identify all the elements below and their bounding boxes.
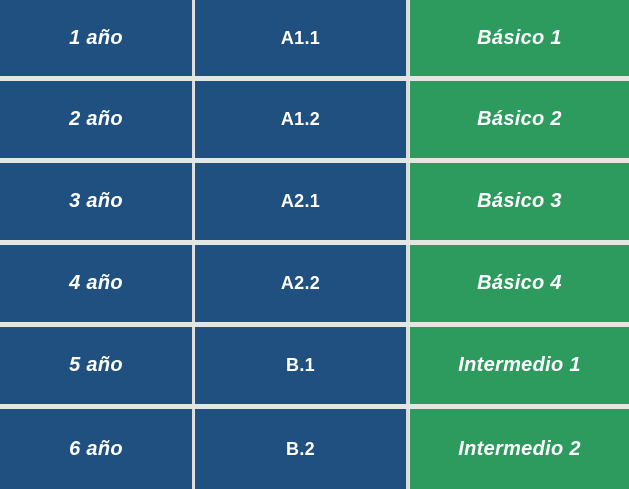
code-cell: B.2: [195, 409, 409, 489]
level-cell: Básico 1: [410, 0, 629, 76]
code-cell: A2.1: [195, 163, 409, 240]
year-cell: 4 año: [0, 245, 194, 322]
code-cell: A1.2: [195, 81, 409, 158]
level-cell: Básico 3: [410, 163, 629, 240]
level-cell: Intermedio 2: [410, 409, 629, 489]
level-cell: Básico 4: [410, 245, 629, 322]
level-cell: Intermedio 1: [410, 327, 629, 404]
code-cell: A2.2: [195, 245, 409, 322]
code-cell: A1.1: [195, 0, 409, 76]
year-cell: 2 año: [0, 81, 194, 158]
year-cell: 5 año: [0, 327, 194, 404]
level-cell: Básico 2: [410, 81, 629, 158]
level-table: 1 año A1.1 Básico 1 2 año A1.2 Básico 2 …: [0, 0, 629, 489]
code-cell: B.1: [195, 327, 409, 404]
year-cell: 1 año: [0, 0, 194, 76]
year-cell: 6 año: [0, 409, 194, 489]
year-cell: 3 año: [0, 163, 194, 240]
